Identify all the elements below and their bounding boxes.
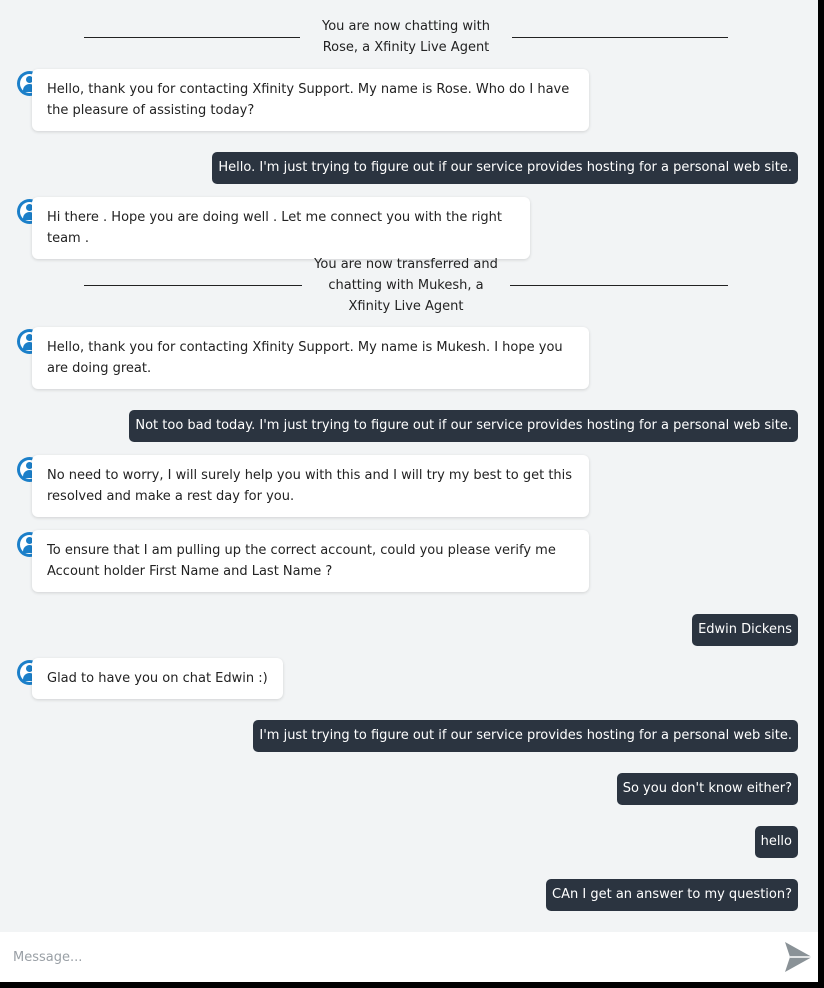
message-input[interactable] xyxy=(0,932,773,982)
send-icon[interactable] xyxy=(783,940,813,974)
user-message: Edwin Dickens xyxy=(692,614,798,646)
user-message: hello xyxy=(754,826,798,858)
user-message: CAn I get an answer to my question? xyxy=(546,879,798,911)
transfer-text: You are now transferred and chatting wit… xyxy=(314,257,498,314)
agent-join-text: You are now chatting with Rose, a Xfinit… xyxy=(321,19,491,55)
divider-line xyxy=(510,285,728,286)
agent-join-divider: You are now chatting with Rose, a Xfinit… xyxy=(84,16,728,58)
transfer-divider: You are now transferred and chatting wit… xyxy=(84,254,728,317)
agent-message: Hi there . Hope you are doing well . Let… xyxy=(32,197,530,259)
user-message: Not too bad today. I'm just trying to fi… xyxy=(129,410,798,442)
divider-line xyxy=(84,36,300,38)
agent-message: Hello, thank you for contacting Xfinity … xyxy=(32,69,589,131)
divider-line xyxy=(84,285,302,286)
agent-message: Glad to have you on chat Edwin :) xyxy=(32,658,283,699)
agent-message: Hello, thank you for contacting Xfinity … xyxy=(32,327,589,389)
user-message: I'm just trying to figure out if our ser… xyxy=(253,720,798,752)
divider-line xyxy=(512,36,728,38)
message-composer xyxy=(0,932,818,982)
agent-message: To ensure that I am pulling up the corre… xyxy=(32,530,589,592)
agent-message: No need to worry, I will surely help you… xyxy=(32,455,589,517)
chat-transcript: You are now chatting with Rose, a Xfinit… xyxy=(0,0,818,932)
user-message: So you don't know either? xyxy=(616,773,798,805)
user-message: Hello. I'm just trying to figure out if … xyxy=(212,152,798,184)
